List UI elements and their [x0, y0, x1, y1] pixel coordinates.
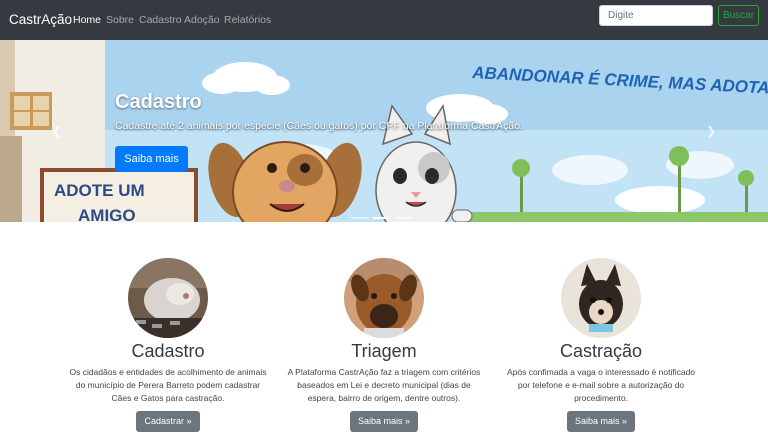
dog-photo — [344, 258, 424, 338]
carousel-indicator[interactable] — [373, 217, 391, 219]
cat-photo — [128, 258, 208, 338]
feature-text: Os cidadãos e entidades de acolhimento d… — [69, 367, 267, 403]
carousel-next-icon[interactable]: ❯ — [706, 124, 716, 138]
carousel-title: Cadastro — [115, 91, 202, 113]
nav-link-adocao[interactable]: Adoção — [184, 14, 220, 26]
puppy-photo — [561, 258, 641, 338]
navbar: CastrAção Home Sobre Cadastro Adoção Rel… — [0, 0, 768, 40]
carousel-indicator[interactable] — [351, 217, 369, 219]
feature-title: Triagem — [351, 341, 417, 361]
saiba-mais-castracao-button[interactable]: Saiba mais » — [566, 411, 636, 432]
search-button[interactable]: Buscar — [718, 5, 759, 26]
hero-carousel: ABANDONAR É CRIME, MAS ADOTAR É UM A ADO… — [0, 40, 768, 222]
sign-text-amigo: AMIGO — [78, 206, 136, 222]
feature-triagem: Triagem A Plataforma CastrAção faz a tri… — [284, 258, 484, 432]
search-input[interactable] — [599, 5, 713, 26]
carousel-indicators — [351, 206, 417, 222]
carousel-prev-icon[interactable]: ❮ — [52, 124, 62, 138]
feature-castracao: Castração Após confimada a vaga o intere… — [501, 258, 701, 432]
cadastrar-button[interactable]: Cadastrar » — [136, 411, 200, 432]
nav-link-relatorios[interactable]: Relatórios — [224, 14, 271, 26]
carousel-caption: Cadastre até 2 animais por espécie (Cães… — [115, 120, 523, 132]
brand-logo[interactable]: CastrAção — [9, 12, 72, 27]
feature-title: Castração — [559, 341, 643, 361]
feature-cadastro: Cadastro Os cidadãos e entidades de acol… — [68, 258, 268, 432]
nav-link-sobre[interactable]: Sobre — [106, 14, 134, 26]
nav-link-cadastro[interactable]: Cadastro — [139, 14, 182, 26]
feature-text: A Plataforma CastrAção faz a triagem com… — [287, 367, 481, 403]
saiba-mais-triagem-button[interactable]: Saiba mais » — [349, 411, 419, 432]
feature-text: Após confimada a vaga o interessado é no… — [506, 367, 696, 403]
feature-title: Cadastro — [131, 341, 205, 361]
carousel-saiba-mais-button[interactable]: Saiba mais — [115, 146, 188, 172]
carousel-indicator[interactable] — [395, 217, 413, 219]
nav-link-home[interactable]: Home — [73, 14, 101, 26]
sign-text-adote: ADOTE UM — [54, 181, 145, 200]
